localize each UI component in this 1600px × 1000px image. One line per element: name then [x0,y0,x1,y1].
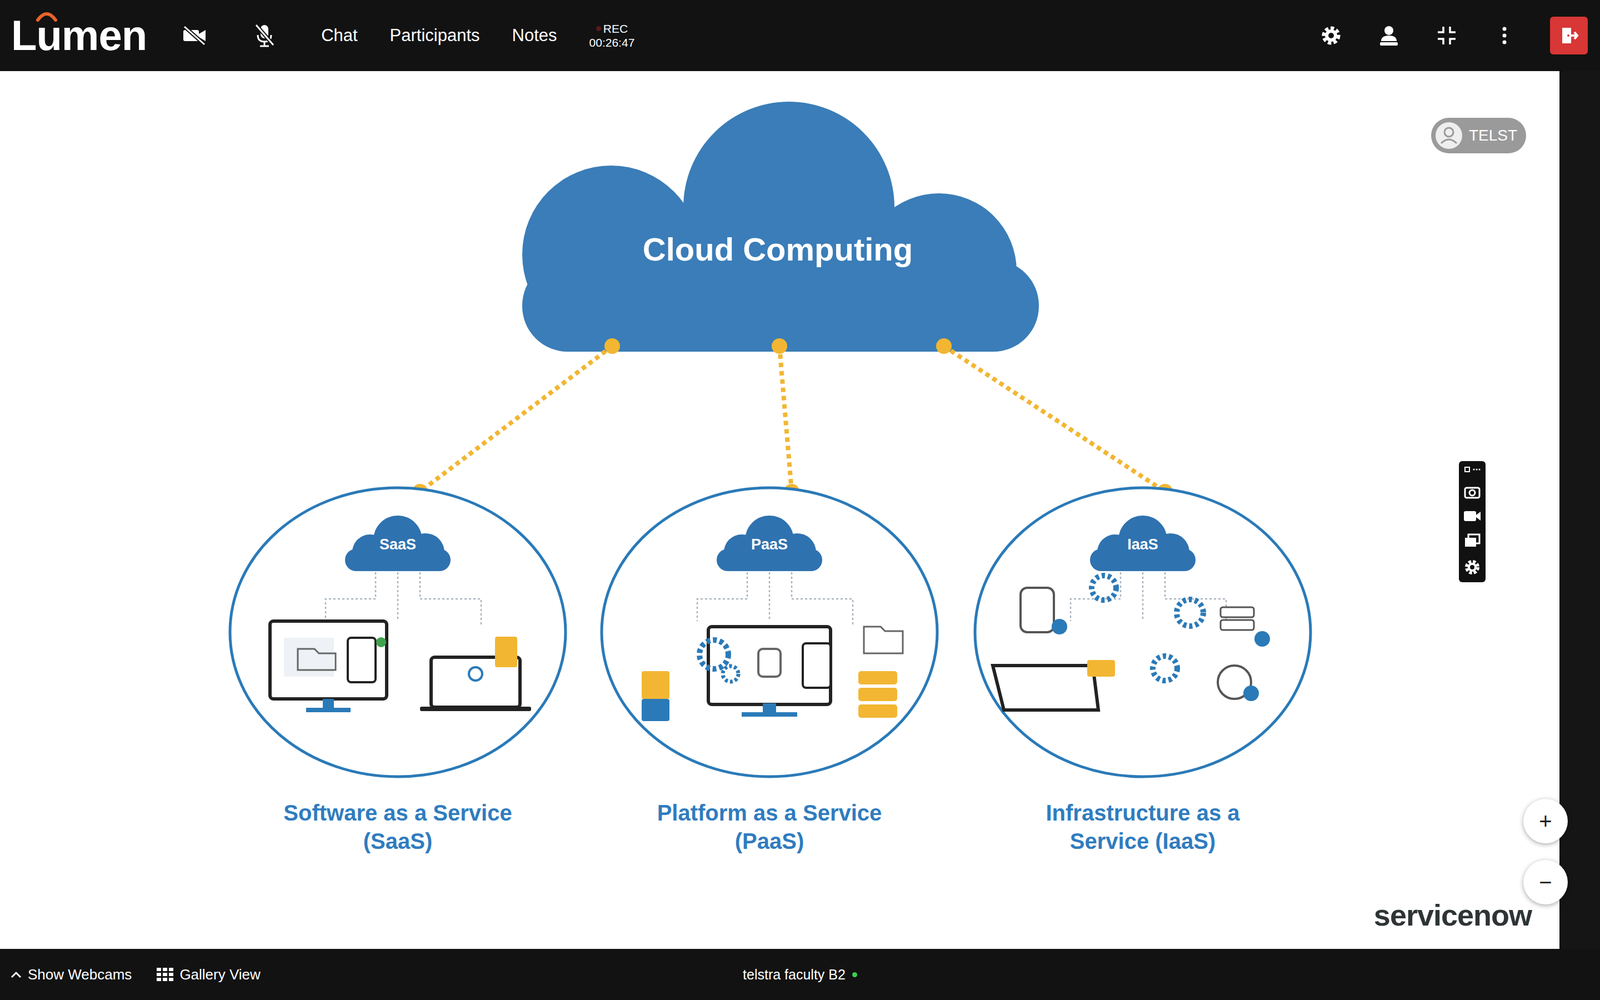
bottom-bar: Show Webcams Gallery View telstra faculty … [0,948,1600,1000]
meeting-app: Lumen Chat Participants Notes REC00:26:47 Clo… [0,0,1600,1000]
camera-off-icon [181,24,208,47]
service-circle [601,487,938,777]
platform-illustration [641,626,903,722]
compress-icon [1435,24,1458,47]
microphone-toggle[interactable] [250,21,279,50]
leave-button[interactable] [1550,16,1588,55]
service-circle [975,487,1311,777]
rec-dot [596,26,602,32]
main-cloud-icon [522,101,1039,352]
recording-indicator: REC00:26:47 [589,21,635,50]
connector [936,338,1173,500]
menu-item[interactable]: Notes [512,25,558,46]
settings-button[interactable] [1316,21,1346,50]
camera-icon[interactable] [1463,484,1481,499]
camera-toggle[interactable] [180,21,209,50]
exit-door-icon [1558,25,1579,46]
menu-item[interactable]: Chat [321,25,358,46]
grid-icon [156,967,174,982]
menu-item[interactable]: Participants [390,25,480,46]
service-label: Infrastructure as aService (IaaS) [965,798,1321,856]
presenter-badge[interactable]: TELST [1431,117,1527,154]
rec-time: 00:26:47 [589,35,635,50]
rec-label: REC [603,21,628,36]
service-badge: SaaS [342,535,454,554]
presenter-button[interactable] [1374,21,1404,50]
minimize-button[interactable] [1432,21,1462,50]
gear-icon[interactable] [1463,558,1481,576]
handle-icon[interactable] [1463,465,1481,474]
connector [771,338,800,500]
microphone-off-icon [253,22,276,49]
zoom-button[interactable]: + [1523,798,1568,844]
servicenow-logo: servicenow [1373,897,1532,933]
flame-icon [35,7,58,23]
main-menu: Chat Participants Notes [321,25,557,46]
status-dot [852,972,858,978]
zoom-button[interactable]: − [1523,860,1568,905]
capture-toolbar [1458,461,1486,583]
top-toolbar: Lumen Chat Participants Notes REC00:26:47 [0,0,1600,72]
service-badge: PaaS [713,535,825,554]
right-tools [1316,16,1600,55]
infrastructure-illustration [992,575,1270,710]
shared-screen: Cloud Computing SaaS PaaS IaaS Software as a… [0,71,1600,949]
video-icon[interactable] [1463,510,1482,523]
chevron-up-icon [10,970,23,979]
user-avatar-icon [1434,121,1464,150]
more-dots-icon [1501,24,1508,47]
lumen-logo: Lumen [11,14,147,57]
gallery-view-button[interactable]: Gallery View [156,966,260,984]
gear-icon [1318,23,1344,48]
zoom-controls: +− [1523,798,1568,905]
service-label: Platform as a Service(PaaS) [591,798,948,856]
connector [412,338,620,500]
service-badge: IaaS [1087,535,1199,554]
slide: Cloud Computing SaaS PaaS IaaS Software as a… [0,71,1560,949]
software-illustration [270,621,532,713]
service-circle [230,487,566,777]
diagram-title: Cloud Computing [611,230,945,269]
service-label: Software as a Service(SaaS) [220,798,576,856]
windows-icon[interactable] [1463,533,1481,548]
room-name: telstra faculty B2 [742,966,858,983]
more-button[interactable] [1490,21,1519,50]
person-podium-icon [1376,23,1402,48]
show-webcams-button[interactable]: Show Webcams [10,966,132,984]
